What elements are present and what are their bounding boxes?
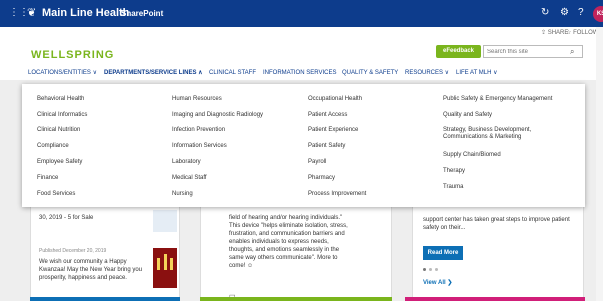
news-card-left-body: We wish our community a Happy Kwanzaa! M… bbox=[39, 259, 143, 281]
menu-item-patient-safety[interactable]: Patient Safety bbox=[308, 143, 345, 150]
menu-item-laboratory[interactable]: Laboratory bbox=[172, 159, 201, 166]
menu-item-human-resources[interactable]: Human Resources bbox=[172, 96, 222, 103]
search-input[interactable] bbox=[483, 45, 583, 58]
read-more-button[interactable]: Read More bbox=[423, 246, 463, 260]
card-accent-bar-green bbox=[200, 297, 392, 301]
avatar[interactable]: KS bbox=[593, 6, 603, 22]
menu-item-trauma[interactable]: Trauma bbox=[443, 184, 463, 191]
news-card-left-date: Published December 20, 2019 bbox=[39, 248, 107, 254]
menu-item-pharmacy[interactable]: Pharmacy bbox=[308, 175, 335, 182]
brand-name[interactable]: Main Line Health bbox=[42, 7, 129, 20]
menu-item-patient-experience[interactable]: Patient Experience bbox=[308, 127, 358, 134]
nav-life-at-mlh[interactable]: LIFE AT MLH ∨ bbox=[456, 69, 498, 77]
news-card-middle-body: field of hearing and/or hearing individu… bbox=[229, 215, 348, 269]
view-all-link[interactable]: View All ❯ bbox=[423, 279, 452, 287]
carousel-dot-active[interactable] bbox=[423, 268, 426, 271]
news-card-right: support center has taken great steps to … bbox=[412, 205, 584, 301]
news-thumbnail bbox=[153, 210, 177, 232]
news-card-left: 30, 2019 - 5 for Sale Published December… bbox=[30, 205, 180, 301]
share-button[interactable]: ⇪ SHARE bbox=[541, 29, 568, 38]
follow-label: FOLLOW bbox=[573, 30, 599, 36]
card-accent-bar-pink bbox=[405, 297, 585, 301]
search-icon[interactable]: ⌕ bbox=[570, 46, 574, 57]
main-line-health-logo-icon: ❦ bbox=[27, 7, 37, 19]
menu-item-patient-access[interactable]: Patient Access bbox=[308, 112, 347, 119]
menu-item-compliance[interactable]: Compliance bbox=[37, 143, 69, 150]
carousel-dot[interactable] bbox=[435, 268, 438, 271]
star-icon: ☆ bbox=[566, 30, 572, 36]
efeedback-button[interactable]: eFeedback bbox=[436, 45, 481, 58]
news-card-middle: field of hearing and/or hearing individu… bbox=[200, 205, 392, 301]
menu-item-information-services[interactable]: Information Services bbox=[172, 143, 227, 150]
nav-clinical-staff[interactable]: CLINICAL STAFF bbox=[209, 69, 256, 77]
settings-icon[interactable]: ⚙ bbox=[560, 7, 569, 19]
app-launcher-icon[interactable]: ⋮⋮ bbox=[9, 8, 29, 18]
menu-item-supply-chain[interactable]: Supply Chain/Biomed bbox=[443, 152, 501, 159]
news-card-left-title[interactable]: 30, 2019 - 5 for Sale bbox=[39, 214, 139, 222]
menu-item-medical-staff[interactable]: Medical Staff bbox=[172, 175, 207, 182]
menu-item-behavioral-health[interactable]: Behavioral Health bbox=[37, 96, 84, 103]
share-icon: ⇪ bbox=[541, 30, 547, 36]
menu-item-clinical-nutrition[interactable]: Clinical Nutrition bbox=[37, 127, 80, 134]
nav-quality-safety[interactable]: QUALITY & SAFETY bbox=[342, 69, 398, 77]
top-navigation: LOCATIONS/ENTITIES ∨ DEPARTMENTS/SERVICE… bbox=[0, 67, 603, 79]
menu-item-employee-safety[interactable]: Employee Safety bbox=[37, 159, 82, 166]
menu-item-strategy[interactable]: Strategy, Business Development, Communic… bbox=[443, 127, 563, 141]
help-icon[interactable]: ? bbox=[578, 7, 584, 19]
menu-item-nursing[interactable]: Nursing bbox=[172, 191, 193, 198]
menu-item-public-safety[interactable]: Public Safety & Emergency Management bbox=[443, 96, 552, 103]
page-action-bar: ⇪ SHARE ☆ FOLLOW bbox=[0, 27, 603, 41]
menu-item-payroll[interactable]: Payroll bbox=[308, 159, 326, 166]
menu-item-process-improvement[interactable]: Process Improvement bbox=[308, 191, 366, 198]
page-scrollbar[interactable] bbox=[596, 27, 603, 301]
menu-item-food-services[interactable]: Food Services bbox=[37, 191, 75, 198]
kwanzaa-candles-image bbox=[153, 248, 177, 288]
menu-item-occupational-health[interactable]: Occupational Health bbox=[308, 96, 362, 103]
nav-resources[interactable]: RESOURCES ∨ bbox=[405, 69, 449, 77]
menu-item-infection-prevention[interactable]: Infection Prevention bbox=[172, 127, 225, 134]
carousel-dot[interactable] bbox=[429, 268, 432, 271]
follow-button[interactable]: ☆ FOLLOW bbox=[566, 29, 598, 38]
refresh-icon[interactable]: ↻ bbox=[541, 7, 549, 19]
site-title[interactable]: WELLSPRING bbox=[31, 49, 114, 62]
nav-locations-entities[interactable]: LOCATIONS/ENTITIES ∨ bbox=[28, 69, 97, 77]
menu-item-imaging-radiology[interactable]: Imaging and Diagnostic Radiology bbox=[172, 112, 263, 119]
menu-item-clinical-informatics[interactable]: Clinical Informatics bbox=[37, 112, 87, 119]
menu-item-finance[interactable]: Finance bbox=[37, 175, 58, 182]
menu-item-therapy[interactable]: Therapy bbox=[443, 168, 465, 175]
suite-bar: ⋮⋮ ❦ Main Line Health SharePoint ↻ ⚙ ? K… bbox=[0, 0, 603, 27]
news-card-right-body: support center has taken great steps to … bbox=[423, 217, 570, 231]
app-name[interactable]: SharePoint bbox=[121, 8, 163, 19]
departments-mega-menu: Behavioral Health Clinical Informatics C… bbox=[22, 84, 585, 207]
nav-information-services[interactable]: INFORMATION SERVICES bbox=[263, 69, 336, 77]
nav-departments-service-lines[interactable]: DEPARTMENTS/SERVICE LINES ∧ bbox=[104, 69, 203, 77]
menu-item-quality-safety[interactable]: Quality and Safety bbox=[443, 112, 492, 119]
card-accent-bar-blue bbox=[30, 297, 180, 301]
